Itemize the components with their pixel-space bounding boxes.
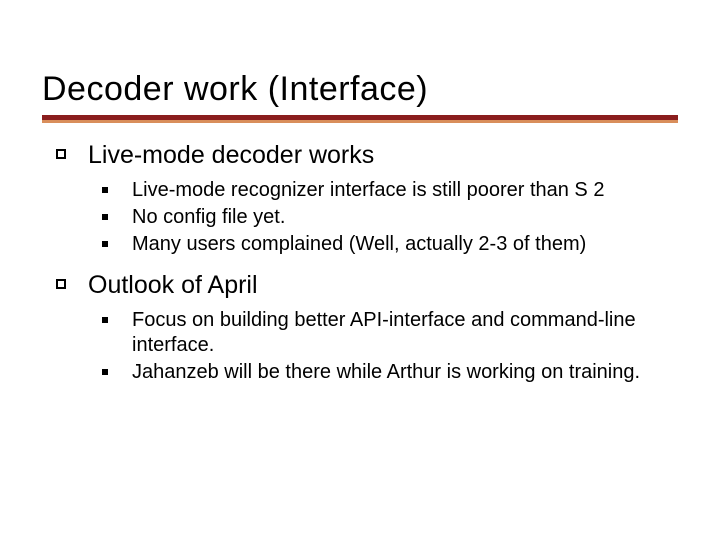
slide: Decoder work (Interface) Live-mode decod…: [0, 0, 720, 540]
slide-title: Decoder work (Interface): [42, 70, 678, 109]
list-item: Many users complained (Well, actually 2-…: [102, 232, 678, 257]
list-item-text: No config file yet.: [132, 205, 285, 230]
section-0: Live-mode decoder works: [56, 141, 678, 170]
section-1-items: Focus on building better API-interface a…: [102, 308, 678, 385]
square-bullet-icon: [102, 214, 108, 220]
section-heading: Live-mode decoder works: [88, 141, 374, 170]
section-1: Outlook of April: [56, 271, 678, 300]
list-item-text: Many users complained (Well, actually 2-…: [132, 232, 586, 257]
square-bullet-icon: [102, 317, 108, 323]
list-item-text: Focus on building better API-interface a…: [132, 308, 678, 358]
list-item: No config file yet.: [102, 205, 678, 230]
square-bullet-icon: [102, 241, 108, 247]
square-open-bullet-icon: [56, 279, 66, 289]
section-0-items: Live-mode recognizer interface is still …: [102, 178, 678, 257]
title-underline: [42, 115, 678, 123]
list-item: Live-mode recognizer interface is still …: [102, 178, 678, 203]
list-item: Focus on building better API-interface a…: [102, 308, 678, 358]
section-heading: Outlook of April: [88, 271, 258, 300]
square-bullet-icon: [102, 369, 108, 375]
square-open-bullet-icon: [56, 149, 66, 159]
list-item-text: Live-mode recognizer interface is still …: [132, 178, 604, 203]
list-item-text: Jahanzeb will be there while Arthur is w…: [132, 360, 640, 385]
list-item: Jahanzeb will be there while Arthur is w…: [102, 360, 678, 385]
square-bullet-icon: [102, 187, 108, 193]
